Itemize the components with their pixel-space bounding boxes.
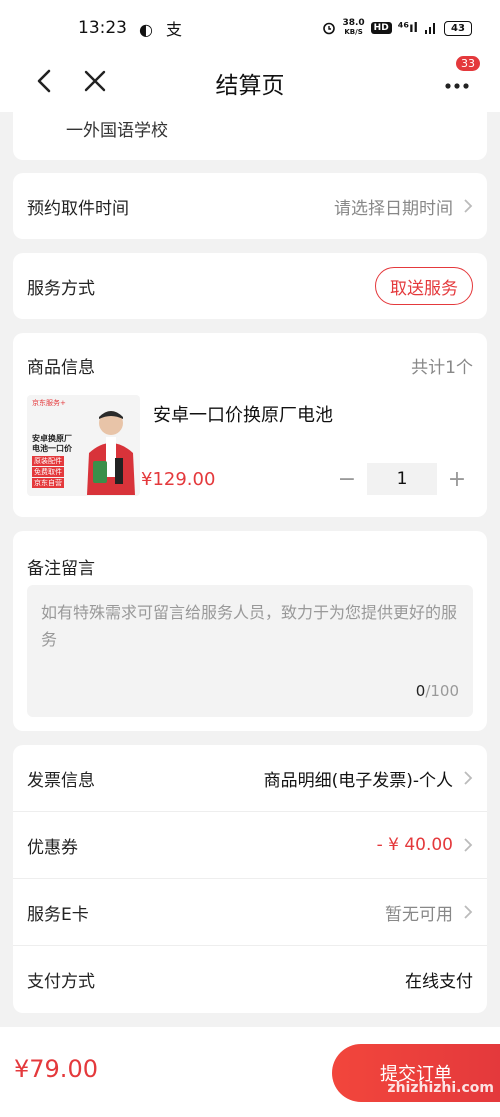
- increase-button[interactable]: +: [443, 467, 471, 492]
- technician-illustration: [87, 411, 135, 495]
- image-tag2: 免费取件: [32, 467, 64, 477]
- signal-bars-icon: [425, 23, 435, 34]
- pickup-time-placeholder: 请选择日期时间: [334, 198, 453, 219]
- note-count-max: /100: [425, 682, 459, 700]
- goods-header: 商品信息 共计1个: [13, 333, 487, 397]
- battery-level: 43: [451, 22, 465, 34]
- chevron-right-icon: [464, 199, 473, 213]
- chevron-right-icon: [464, 905, 473, 919]
- net-speed-unit: KB/S: [344, 28, 363, 36]
- payment-row: 支付方式 在线支付: [13, 946, 487, 1013]
- submit-order-button[interactable]: 提交订单 zhizhizhi.com: [332, 1044, 500, 1102]
- note-card: 备注留言 如有特殊需求可留言给服务人员，致力于为您提供更好的服务 0/100: [13, 531, 487, 731]
- notification-icons: ◐ 支: [139, 20, 187, 39]
- invoice-label: 发票信息: [27, 770, 95, 791]
- note-count-current: 0: [415, 682, 426, 700]
- coupon-value: - ¥ 40.00: [376, 835, 453, 855]
- image-tag3: 京东自营: [32, 478, 64, 488]
- payment-label: 支付方式: [27, 972, 95, 992]
- chevron-right-icon: [464, 838, 473, 852]
- pickup-delivery-button[interactable]: 取送服务: [375, 267, 473, 305]
- ecard-row[interactable]: 服务E卡 暂无可用: [13, 879, 487, 946]
- note-title: 备注留言: [27, 559, 95, 579]
- invoice-row[interactable]: 发票信息 商品明细(电子发票)-个人: [13, 745, 487, 812]
- decrease-button[interactable]: −: [333, 467, 361, 492]
- nav-bar: 结算页 33: [0, 56, 500, 112]
- goods-title: 商品信息: [27, 357, 95, 378]
- quantity-stepper: − 1 +: [333, 463, 471, 495]
- image-brand: 京东服务+: [32, 399, 66, 407]
- pickup-time-row[interactable]: 预约取件时间 请选择日期时间: [13, 173, 487, 239]
- status-bar: 13:23 ◐ 支 38.0 KB/S HD ⁴⁶ıl 43: [0, 0, 500, 56]
- message-count-badge: 33: [456, 56, 480, 71]
- ecard-label: 服务E卡: [27, 904, 89, 925]
- address-card[interactable]: 一外国语学校: [13, 112, 487, 160]
- product-image[interactable]: 京东服务+ 安卓换原厂 电池一口价 原装配件 免费取件 京东自营: [27, 395, 140, 496]
- image-tag1: 原装配件: [32, 456, 64, 466]
- status-indicators: 38.0 KB/S HD ⁴⁶ıl 43: [322, 19, 472, 37]
- signal-icon: ⁴⁶ıl: [397, 20, 418, 36]
- service-method-label: 服务方式: [27, 278, 95, 299]
- pickup-time-label: 预约取件时间: [27, 198, 129, 219]
- status-time: 13:23: [78, 18, 127, 38]
- invoice-value: 商品明细(电子发票)-个人: [263, 770, 453, 791]
- net-speed-value: 38.0: [342, 18, 365, 28]
- coupon-row[interactable]: 优惠券 - ¥ 40.00: [13, 812, 487, 879]
- payment-value: 在线支付: [405, 972, 473, 992]
- note-placeholder: 如有特殊需求可留言给服务人员，致力于为您提供更好的服务: [41, 603, 458, 649]
- coupon-label: 优惠券: [27, 837, 78, 858]
- checkout-footer: ¥79.00 提交订单 zhizhizhi.com: [0, 1027, 500, 1117]
- total-amount: ¥79.00: [14, 1055, 98, 1083]
- note-textarea[interactable]: 如有特殊需求可留言给服务人员，致力于为您提供更好的服务 0/100: [27, 585, 473, 717]
- quantity-value[interactable]: 1: [367, 463, 437, 495]
- watermark: zhizhizhi.com: [387, 1080, 494, 1096]
- image-line2: 电池一口价: [32, 444, 72, 453]
- note-char-count: 0/100: [416, 678, 459, 705]
- goods-count: 共计1个: [411, 357, 473, 378]
- product-name[interactable]: 安卓一口价换原厂电池: [153, 401, 333, 427]
- product-price: ¥129.00: [141, 469, 216, 490]
- order-info-card: 发票信息 商品明细(电子发票)-个人 优惠券 - ¥ 40.00 服务E卡 暂无…: [13, 745, 487, 1013]
- more-icon[interactable]: [440, 68, 474, 96]
- service-method-row: 服务方式 取送服务: [13, 253, 487, 319]
- net-speed: 38.0 KB/S: [342, 19, 364, 37]
- hd-badge: HD: [370, 22, 392, 34]
- chevron-right-icon: [464, 771, 473, 785]
- address-text: 一外国语学校: [66, 121, 168, 141]
- goods-card: 商品信息 共计1个 京东服务+ 安卓换原厂 电池一口价 原装配件 免费取件 京东…: [13, 333, 487, 517]
- ecard-value: 暂无可用: [385, 904, 453, 925]
- page-title: 结算页: [215, 73, 285, 99]
- battery-icon: 43: [444, 20, 472, 36]
- alarm-icon: [323, 22, 336, 35]
